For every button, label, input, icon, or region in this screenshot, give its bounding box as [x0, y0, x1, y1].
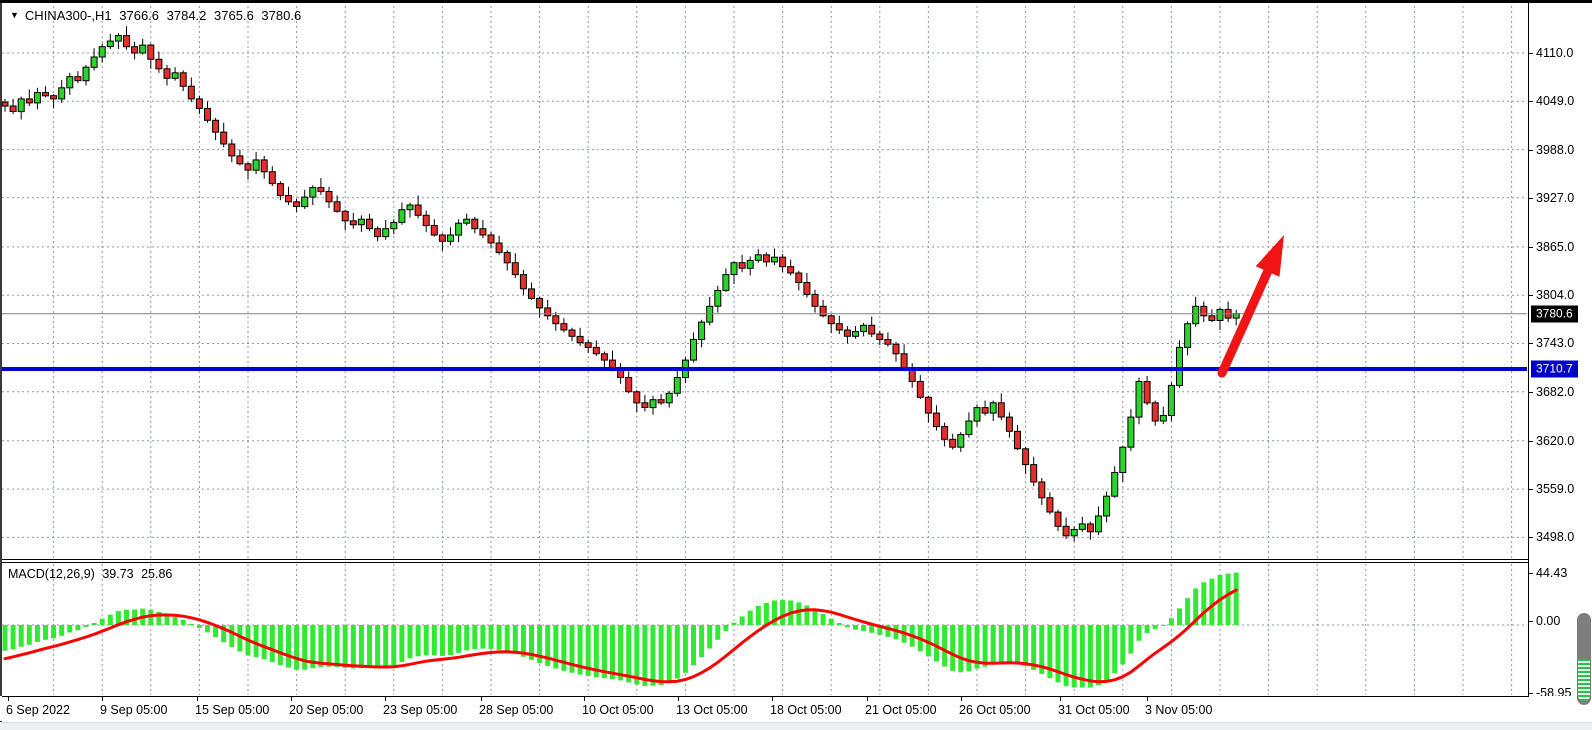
price-axis: 4110.0 4049.0 3988.0 3927.0 3865.0 3804.0 3743…: [1529, 3, 1592, 696]
time-tick-mark: [678, 697, 679, 701]
scrollbar-thumb[interactable]: [1577, 613, 1591, 705]
time-tick-mark: [584, 697, 585, 701]
macd-tick-mark: [1529, 621, 1533, 622]
macd-tick-label: 0.00: [1536, 614, 1560, 628]
price-tick-label: 4110.0: [1536, 46, 1573, 60]
time-tick-mark: [481, 697, 482, 701]
time-tick-label: 26 Oct 05:00: [959, 703, 1031, 717]
time-tick-label: 20 Sep 05:00: [289, 703, 363, 717]
ohlc-open: 3766.6: [119, 8, 159, 23]
main-chart-border: [2, 3, 1528, 560]
time-tick-label: 13 Oct 05:00: [676, 703, 748, 717]
macd-indicator-label: MACD(12,26,9) 39.73 25.86: [8, 567, 176, 581]
time-tick-mark: [772, 697, 773, 701]
time-tick-label: 21 Oct 05:00: [865, 703, 937, 717]
price-tick-label: 3498.0: [1536, 530, 1574, 544]
time-tick-mark: [102, 697, 103, 701]
time-tick-mark: [197, 697, 198, 701]
price-tick-mark: [1529, 441, 1533, 442]
ohlc-high: 3784.2: [167, 8, 207, 23]
macd-tick-mark: [1529, 573, 1533, 574]
time-tick-mark: [867, 697, 868, 701]
time-tick-label: 9 Sep 05:00: [100, 703, 167, 717]
time-tick-mark: [961, 697, 962, 701]
chevron-down-icon[interactable]: ▼: [10, 10, 19, 20]
ohlc-low: 3765.6: [214, 8, 254, 23]
time-axis-line: [2, 696, 1529, 697]
chart-window: ▼ CHINA300-,H1 3766.6 3784.2 3765.6 3780.…: [0, 0, 1592, 730]
symbol-label: CHINA300-,H1: [25, 8, 112, 23]
support-price-badge: 3710.7: [1531, 361, 1578, 378]
price-tick-mark: [1529, 537, 1533, 538]
time-tick-label: 31 Oct 05:00: [1058, 703, 1130, 717]
price-tick-mark: [1529, 150, 1533, 151]
scrollbar-stripes-icon: [1578, 659, 1590, 701]
time-axis: 6 Sep 2022 9 Sep 05:00 15 Sep 05:00 20 Sep …: [0, 696, 1592, 721]
price-tick-label: 3865.0: [1536, 240, 1574, 254]
price-tick-label: 3804.0: [1536, 288, 1574, 302]
time-tick-mark: [1147, 697, 1148, 701]
current-price-badge: 3780.6: [1531, 305, 1578, 322]
price-tick-mark: [1529, 295, 1533, 296]
macd-name: MACD(12,26,9): [8, 567, 95, 581]
time-tick-mark: [1060, 697, 1061, 701]
price-tick-mark: [1529, 392, 1533, 393]
time-tick-label: 10 Oct 05:00: [582, 703, 654, 717]
footer-bar: [0, 722, 1592, 730]
price-tick-label: 3743.0: [1536, 336, 1574, 350]
time-tick-label: 23 Sep 05:00: [383, 703, 457, 717]
macd-tick-label: 44.43: [1536, 566, 1567, 580]
time-tick-label: 28 Sep 05:00: [479, 703, 553, 717]
time-tick-label: 3 Nov 05:00: [1145, 703, 1212, 717]
price-tick-mark: [1529, 343, 1533, 344]
time-tick-mark: [385, 697, 386, 701]
price-tick-label: 3988.0: [1536, 143, 1574, 157]
macd-value-main: 39.73: [102, 567, 133, 581]
price-tick-mark: [1529, 53, 1533, 54]
macd-plot: [0, 563, 1527, 695]
time-tick-label: 18 Oct 05:00: [770, 703, 842, 717]
price-tick-label: 3620.0: [1536, 434, 1574, 448]
time-tick-label: 15 Sep 05:00: [195, 703, 269, 717]
price-tick-label: 4049.0: [1536, 94, 1574, 108]
panel-separator: [2, 562, 1528, 563]
macd-tick-mark: [1529, 693, 1533, 694]
price-tick-label: 3927.0: [1536, 191, 1574, 205]
time-tick-label: 6 Sep 2022: [6, 703, 70, 717]
ohlc-close: 3780.6: [261, 8, 301, 23]
time-tick-mark: [8, 697, 9, 701]
macd-value-signal: 25.86: [141, 567, 172, 581]
chart-title: ▼ CHINA300-,H1 3766.6 3784.2 3765.6 3780.…: [10, 8, 305, 23]
time-tick-mark: [291, 697, 292, 701]
price-tick-label: 3682.0: [1536, 385, 1574, 399]
price-tick-label: 3559.0: [1536, 482, 1574, 496]
price-tick-mark: [1529, 489, 1533, 490]
price-tick-mark: [1529, 247, 1533, 248]
price-tick-mark: [1529, 101, 1533, 102]
price-tick-mark: [1529, 198, 1533, 199]
